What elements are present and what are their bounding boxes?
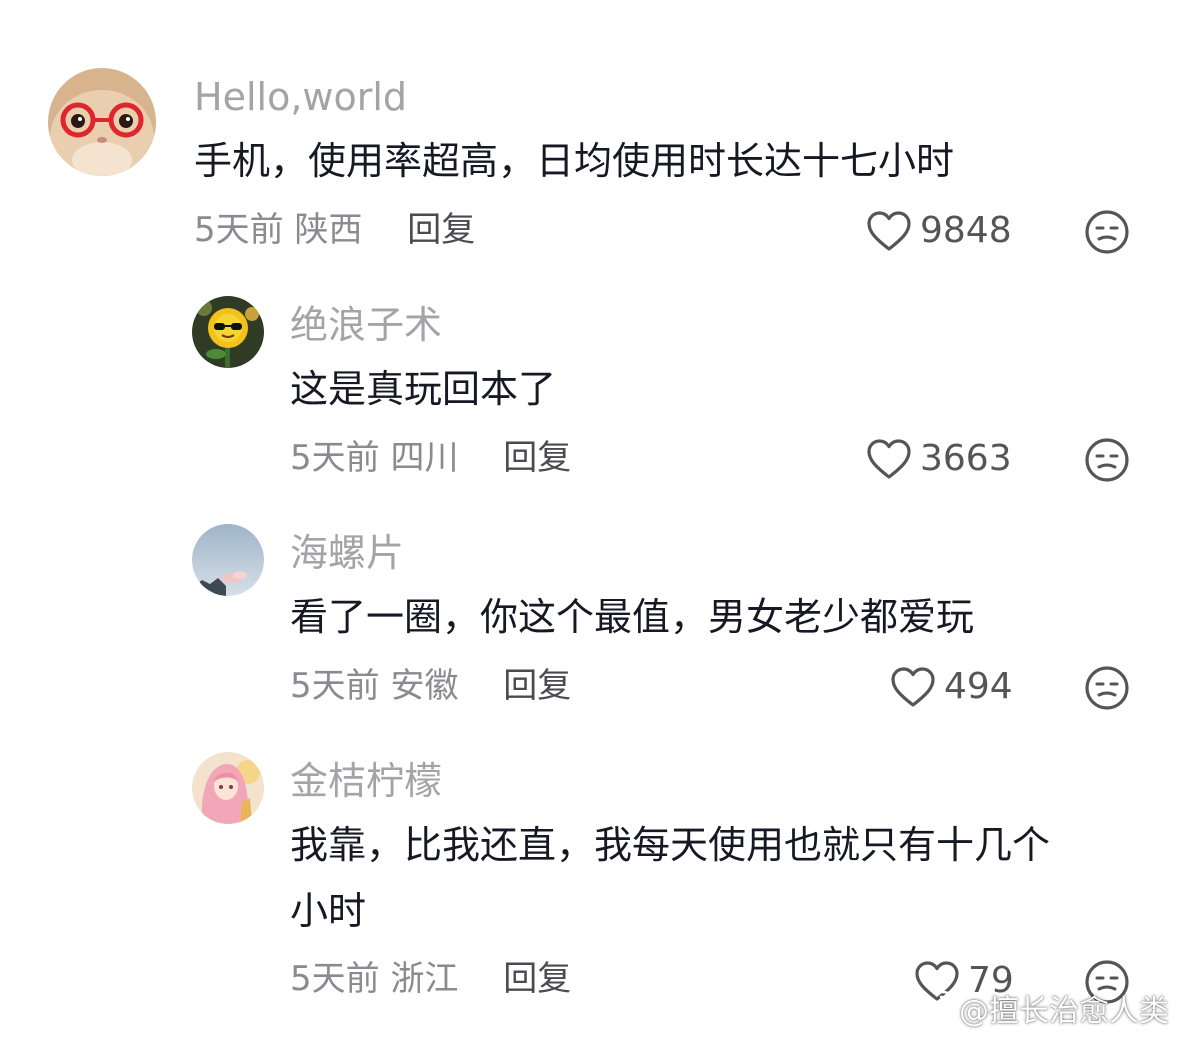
comment-meta: 5天前 陕西 回复 bbox=[194, 213, 475, 247]
comment-meta: 5天前 四川 回复 bbox=[290, 441, 571, 475]
comment-list: Hello,world 手机，使用率超高，日均使用时长达十七小时 5天前 陕西 … bbox=[0, 0, 1179, 1040]
comment-time: 5天前 bbox=[290, 959, 380, 999]
comment-time: 5天前 bbox=[290, 666, 380, 706]
username[interactable]: Hello,world bbox=[194, 78, 407, 116]
watermark: @擅长治愈人类 bbox=[911, 986, 1169, 1030]
unhappy-face-icon[interactable] bbox=[1084, 209, 1130, 255]
comment-location: 浙江 bbox=[390, 959, 459, 999]
comment-location: 安徽 bbox=[390, 666, 459, 706]
comment-text: 手机，使用率超高，日均使用时长达十七小时 bbox=[194, 139, 955, 183]
like-count: 3663 bbox=[920, 438, 1012, 479]
heart-outline-icon bbox=[891, 667, 935, 707]
avatar[interactable] bbox=[192, 524, 264, 596]
comment-location: 四川 bbox=[390, 438, 459, 478]
like-count: 9848 bbox=[920, 210, 1012, 251]
heart-outline-icon bbox=[867, 211, 911, 251]
reply-button[interactable]: 回复 bbox=[503, 438, 571, 478]
anime-girl-avatar-icon bbox=[192, 752, 264, 824]
watermark-text: @擅长治愈人类 bbox=[959, 994, 1169, 1029]
avatar[interactable] bbox=[48, 68, 156, 176]
comment-meta: 5天前 安徽 回复 bbox=[290, 669, 571, 703]
comment-text: 这是真玩回本了 bbox=[290, 367, 557, 411]
username[interactable]: 金桔柠檬 bbox=[290, 762, 442, 800]
comment-location: 陕西 bbox=[294, 210, 363, 250]
weibo-logo-icon bbox=[912, 991, 955, 1025]
username[interactable]: 海螺片 bbox=[290, 534, 404, 572]
unhappy-face-icon[interactable] bbox=[1084, 437, 1130, 483]
comment-text: 看了一圈，你这个最值，男女老少都爱玩 bbox=[290, 595, 975, 639]
username[interactable]: 绝浪子术 bbox=[290, 306, 442, 344]
reply-button[interactable]: 回复 bbox=[407, 210, 475, 250]
unhappy-face-icon[interactable] bbox=[1084, 665, 1130, 711]
like-button[interactable]: 3663 bbox=[866, 438, 1012, 480]
like-count: 494 bbox=[944, 666, 1013, 707]
reply-button[interactable]: 回复 bbox=[503, 959, 571, 999]
avatar[interactable] bbox=[192, 752, 264, 824]
heart-outline-icon bbox=[867, 439, 911, 479]
comment-time: 5天前 bbox=[290, 438, 380, 478]
like-button[interactable]: 494 bbox=[890, 666, 1013, 708]
like-button[interactable]: 9848 bbox=[866, 210, 1012, 252]
sunflower-avatar-icon bbox=[192, 296, 264, 368]
comment-time: 5天前 bbox=[194, 210, 284, 250]
comment-text: 我靠，比我还直，我每天使用也就只有十几个 小时 bbox=[290, 823, 1051, 933]
reply-button[interactable]: 回复 bbox=[503, 666, 571, 706]
comment-meta: 5天前 浙江 回复 bbox=[290, 962, 571, 996]
sky-avatar-icon bbox=[192, 524, 264, 596]
avatar[interactable] bbox=[192, 296, 264, 368]
cat-avatar-icon bbox=[48, 68, 156, 176]
